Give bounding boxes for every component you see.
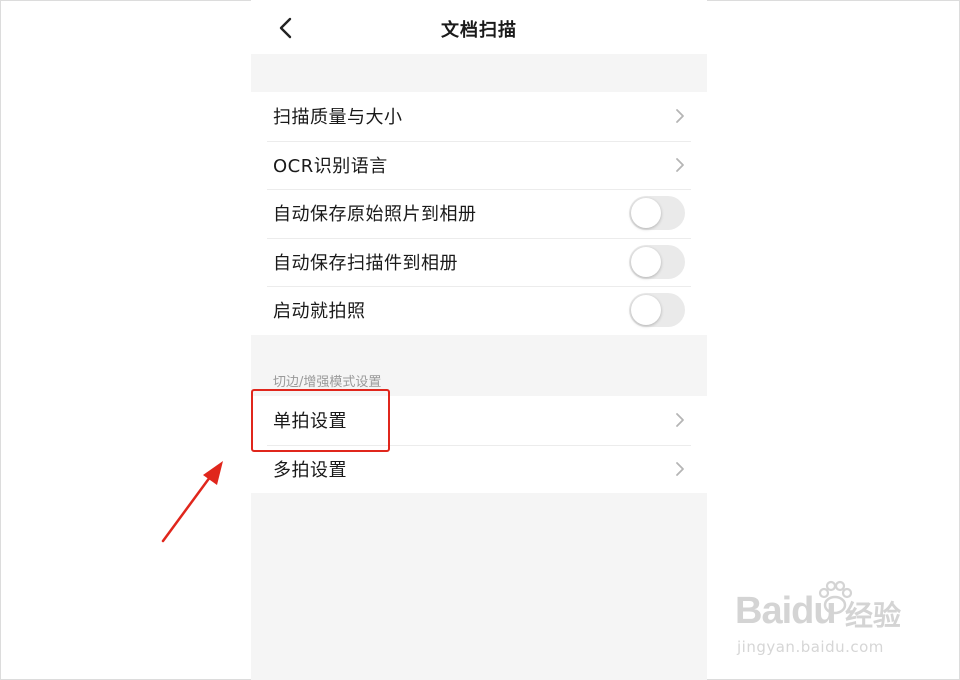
setting-save-scans: 自动保存扫描件到相册 — [251, 237, 707, 287]
chevron-right-icon — [676, 461, 684, 476]
chevron-right-icon — [676, 157, 684, 172]
setting-label: 自动保存原始照片到相册 — [273, 204, 477, 226]
setting-save-original-photos: 自动保存原始照片到相册 — [251, 189, 707, 238]
section-header-crop-enhance: 切边/增强模式设置 — [273, 375, 382, 390]
setting-label: 扫描质量与大小 — [273, 107, 403, 129]
settings-group-general: 扫描质量与大小 OCR识别语言 自动保存原始照片到相册 自动保存扫描件到相册 启… — [251, 92, 707, 335]
setting-label: 自动保存扫描件到相册 — [273, 252, 458, 274]
setting-scan-quality[interactable]: 扫描质量与大小 — [251, 92, 707, 141]
setting-ocr-language[interactable]: OCR识别语言 — [251, 140, 707, 190]
setting-label: 多拍设置 — [273, 459, 347, 481]
watermark-brand-cn: 经验 — [845, 599, 902, 632]
setting-launch-camera: 启动就拍照 — [251, 286, 707, 335]
setting-label: OCR识别语言 — [273, 155, 388, 177]
watermark-url: jingyan.baidu.com — [737, 638, 884, 656]
baidu-watermark: Baidu 经验 jingyan.baidu.com — [735, 578, 915, 660]
nav-bar: 文档扫描 — [251, 0, 707, 54]
launch-camera-toggle[interactable] — [629, 293, 685, 328]
toggle-knob — [631, 246, 661, 277]
save-original-toggle[interactable] — [629, 196, 685, 231]
highlight-annotation — [251, 389, 390, 452]
arrow-annotation-icon — [161, 461, 223, 543]
phone-screen: 文档扫描 扫描质量与大小 OCR识别语言 自动保存原始照片到相册 自动保存扫描件… — [251, 0, 707, 680]
toggle-knob — [631, 295, 661, 326]
save-scans-toggle[interactable] — [629, 244, 685, 279]
setting-label: 启动就拍照 — [273, 301, 366, 323]
chevron-right-icon — [676, 109, 684, 124]
toggle-knob — [631, 198, 661, 229]
page-title: 文档扫描 — [441, 20, 517, 41]
chevron-right-icon — [676, 413, 684, 428]
